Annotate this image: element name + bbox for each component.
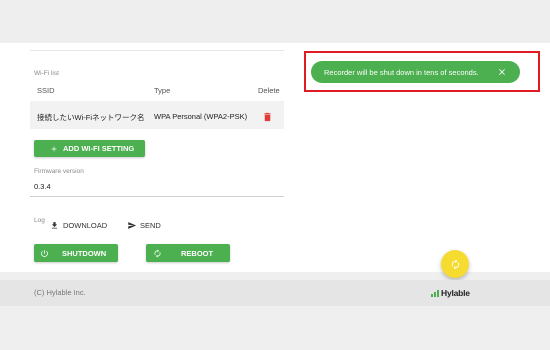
plus-icon — [51, 146, 57, 151]
firmware-version-value: 0.3.4 — [34, 182, 51, 191]
download-icon — [51, 221, 58, 228]
delete-button[interactable] — [262, 110, 273, 122]
column-header-ssid: SSID — [37, 86, 55, 95]
send-label: SEND — [140, 220, 161, 230]
ssid-cell: 接続したいWi-Fiネットワーク名 — [37, 113, 145, 122]
divider — [30, 50, 284, 51]
type-cell: WPA Personal (WPA2-PSK) — [154, 112, 248, 121]
floating-refresh-button[interactable] — [441, 250, 469, 278]
column-header-type: Type — [154, 86, 171, 95]
send-icon — [128, 221, 137, 229]
toast-notification: Recorder will be shut down in tens of se… — [311, 61, 520, 83]
wifi-list-label: Wi-Fi list — [34, 70, 59, 77]
reboot-label: REBOOT — [181, 248, 214, 258]
toast-close-button[interactable] — [497, 67, 507, 77]
log-label: Log — [34, 217, 45, 224]
download-button[interactable]: DOWNLOAD — [50, 219, 107, 231]
logo-mark-icon — [431, 290, 439, 297]
shutdown-label: SHUTDOWN — [62, 248, 107, 258]
send-button[interactable]: SEND — [127, 219, 161, 231]
add-wifi-setting-button[interactable]: ADD WI-FI SETTING — [34, 140, 145, 157]
firmware-version-underline — [30, 196, 284, 197]
add-wifi-setting-label: ADD WI-FI SETTING — [63, 144, 135, 153]
power-icon — [41, 249, 48, 257]
firmware-version-label: Firmware version — [34, 168, 84, 175]
copyright-text: (C) Hylable Inc. — [34, 288, 86, 297]
top-band — [0, 0, 550, 43]
refresh-icon — [451, 258, 459, 270]
download-label: DOWNLOAD — [63, 220, 108, 230]
toast-message: Recorder will be shut down in tens of se… — [324, 67, 479, 77]
column-header-delete: Delete — [258, 86, 280, 95]
shutdown-button[interactable]: SHUTDOWN — [34, 244, 118, 262]
reboot-button[interactable]: REBOOT — [146, 244, 230, 262]
refresh-icon — [154, 248, 161, 258]
logo-text: Hylable — [441, 288, 470, 298]
close-icon — [499, 69, 505, 75]
hylable-logo: Hylable — [431, 288, 470, 298]
trash-icon — [264, 112, 271, 122]
